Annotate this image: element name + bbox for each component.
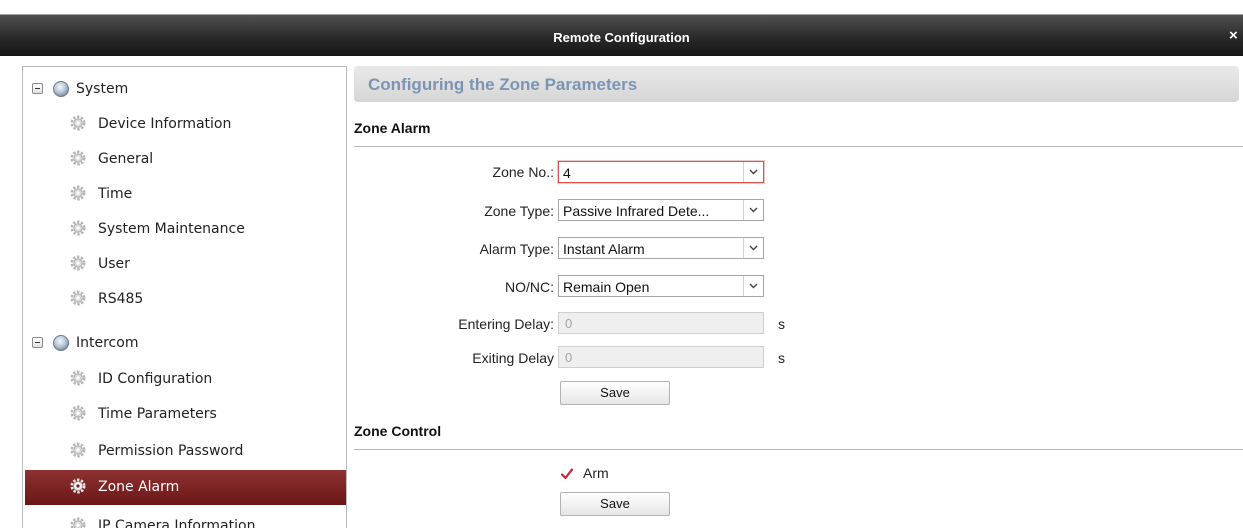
tree-item-label: RS485 — [98, 291, 144, 307]
window-title: Remote Configuration — [553, 30, 690, 45]
gear-icon — [70, 255, 86, 271]
tree-item-label: System Maintenance — [98, 221, 245, 237]
tree-item-label: Time — [98, 186, 133, 202]
zone-control-save-button[interactable]: Save — [560, 492, 670, 516]
tree-item-time-parameters[interactable]: Time Parameters — [23, 397, 346, 432]
zone-alarm-save-button[interactable]: Save — [560, 381, 670, 405]
no-nc-value: Remain Open — [563, 279, 650, 295]
zone-type-select[interactable]: Passive Infrared Dete... — [558, 199, 764, 221]
collapse-icon[interactable] — [32, 337, 43, 348]
entering-delay-unit: s — [778, 316, 785, 332]
gear-icon — [70, 442, 86, 458]
tree-group-intercom[interactable]: Intercom — [23, 326, 346, 361]
tree-item-permission-password[interactable]: Permission Password — [23, 434, 346, 469]
tree-group-label: System — [76, 81, 129, 97]
tree-item-rs485[interactable]: RS485 — [23, 282, 346, 317]
gear-icon — [70, 370, 86, 386]
gear-icon — [70, 115, 86, 131]
globe-icon — [53, 335, 69, 351]
gear-icon — [70, 478, 86, 494]
zone-no-select[interactable]: 4 — [558, 161, 764, 183]
no-nc-select[interactable]: Remain Open — [558, 275, 764, 297]
tree-group-system[interactable]: System — [23, 72, 346, 107]
tree-item-time[interactable]: Time — [23, 177, 346, 212]
zone-type-value: Passive Infrared Dete... — [563, 203, 710, 219]
alarm-type-label: Alarm Type: — [479, 241, 554, 257]
tree-item-label: Zone Alarm — [98, 479, 180, 495]
gear-icon — [70, 517, 86, 528]
title-bar: Remote Configuration × — [0, 0, 1243, 56]
no-nc-label: NO/NC: — [505, 279, 554, 295]
arm-checkbox[interactable] — [560, 467, 574, 481]
navigation-tree: System Device Information General Time S… — [22, 66, 347, 528]
chevron-down-icon[interactable] — [743, 200, 763, 220]
gear-icon — [70, 290, 86, 306]
tree-item-device-information[interactable]: Device Information — [23, 107, 346, 142]
entering-delay-label: Entering Delay: — [458, 316, 554, 332]
tree-group-label: Intercom — [76, 335, 139, 351]
collapse-icon[interactable] — [32, 83, 43, 94]
tree-item-ip-camera-information[interactable]: IP Camera Information — [23, 509, 346, 528]
tree-item-label: General — [98, 151, 154, 167]
alarm-type-select[interactable]: Instant Alarm — [558, 237, 764, 259]
globe-icon — [53, 81, 69, 97]
section-title-zone-alarm: Zone Alarm — [354, 120, 431, 136]
chevron-down-icon[interactable] — [743, 162, 763, 182]
tree-item-label: Time Parameters — [98, 406, 217, 422]
gear-icon — [70, 220, 86, 236]
chevron-down-icon[interactable] — [743, 238, 763, 258]
content-panel: Configuring the Zone Parameters Zone Ala… — [354, 66, 1243, 527]
arm-label: Arm — [583, 465, 609, 481]
zone-type-label: Zone Type: — [484, 203, 554, 219]
close-icon[interactable]: × — [1229, 26, 1243, 46]
gear-icon — [70, 405, 86, 421]
exiting-delay-label: Exiting Delay — [472, 350, 554, 366]
divider — [354, 449, 1243, 450]
exiting-delay-unit: s — [778, 350, 785, 366]
gear-icon — [70, 150, 86, 166]
tree-item-label: User — [98, 256, 130, 272]
page-header: Configuring the Zone Parameters — [354, 66, 1239, 102]
tree-item-label: Permission Password — [98, 443, 244, 459]
divider — [354, 146, 1243, 147]
entering-delay-field[interactable]: 0 — [558, 312, 764, 334]
gear-icon — [70, 185, 86, 201]
exiting-delay-field[interactable]: 0 — [558, 346, 764, 368]
tree-item-id-configuration[interactable]: ID Configuration — [23, 362, 346, 397]
tree-item-zone-alarm[interactable]: Zone Alarm — [25, 470, 346, 505]
tree-item-general[interactable]: General — [23, 142, 346, 177]
chevron-down-icon[interactable] — [743, 276, 763, 296]
page-title: Configuring the Zone Parameters — [368, 75, 638, 94]
tree-item-system-maintenance[interactable]: System Maintenance — [23, 212, 346, 247]
tree-item-user[interactable]: User — [23, 247, 346, 282]
tree-item-label: Device Information — [98, 116, 232, 132]
alarm-type-value: Instant Alarm — [563, 241, 645, 257]
zone-no-label: Zone No.: — [492, 164, 554, 180]
zone-no-value: 4 — [563, 165, 571, 181]
tree-item-label: ID Configuration — [98, 371, 213, 387]
section-title-zone-control: Zone Control — [354, 423, 442, 439]
